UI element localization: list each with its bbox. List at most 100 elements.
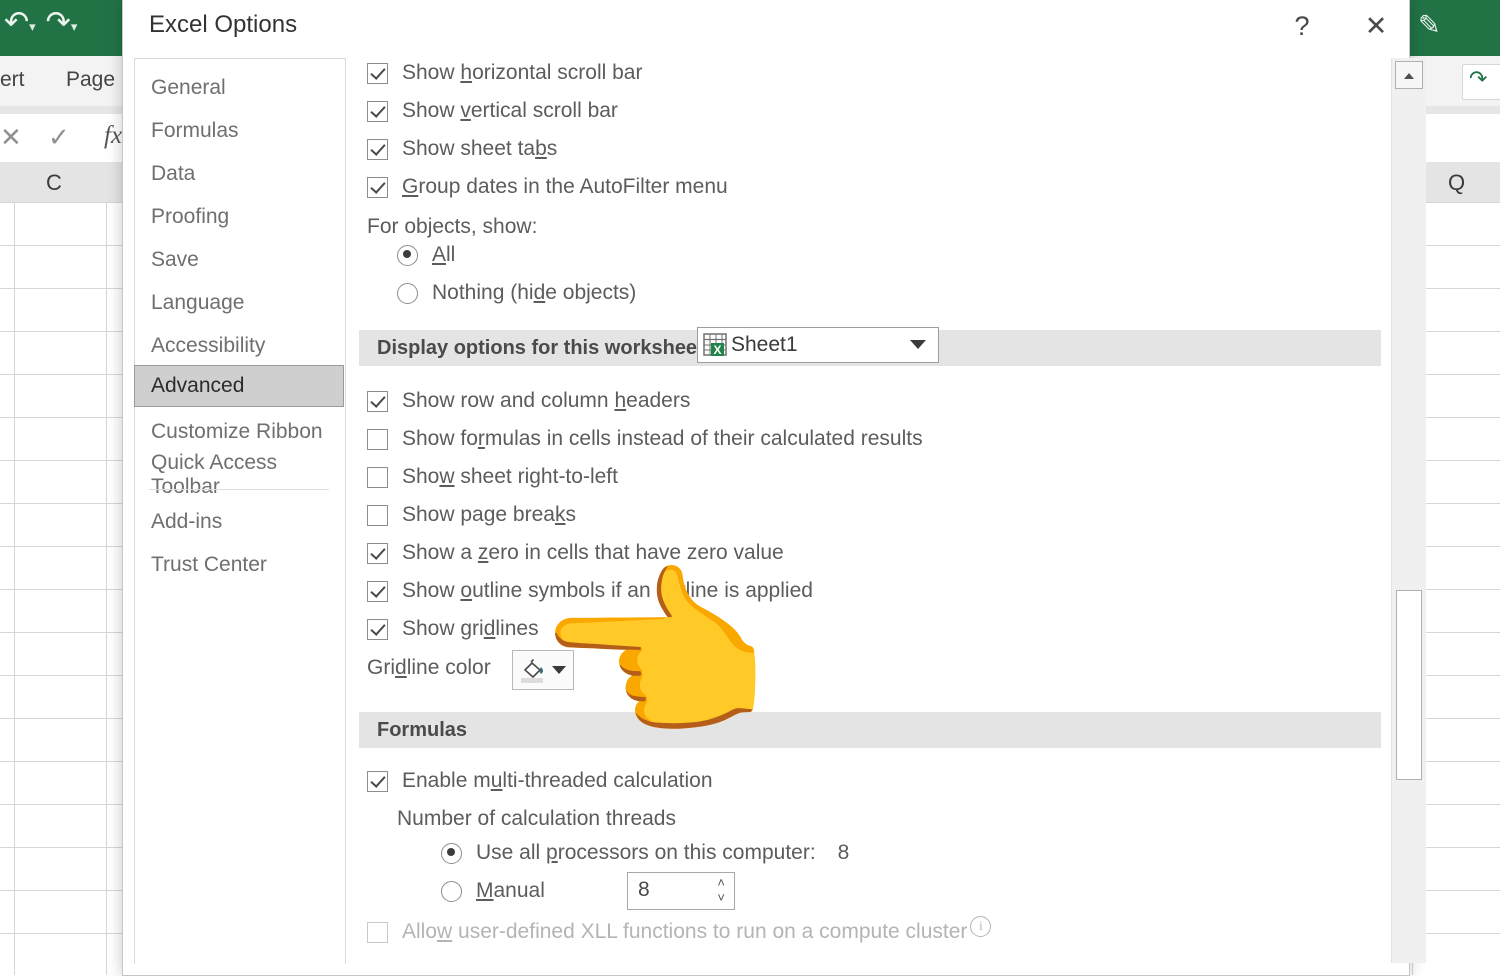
checkbox-enable-multithreaded-calculation[interactable] [367, 770, 388, 792]
label-gridline-color: Gridline color [367, 656, 491, 679]
checkbox-show-page-breaks[interactable] [367, 504, 388, 526]
option-objects-nothing[interactable]: Nothing (hide objects) [397, 281, 636, 305]
dialog-title: Excel Options [149, 11, 298, 38]
label-objects-all: All [432, 243, 456, 266]
share-icon[interactable]: ↷ [1462, 64, 1500, 100]
sidebar-item-accessibility[interactable]: Accessibility [135, 325, 343, 367]
confirm-check-icon[interactable]: ✓ [48, 122, 70, 153]
undo-arrow-icon[interactable]: ↶ [4, 8, 29, 38]
section-title-display-options-worksheet: Display options for this worksheet: [377, 336, 711, 359]
label-objects-nothing: Nothing (hide objects) [432, 281, 637, 304]
options-content-pane: Show horizontal scroll bar Show vertical… [359, 58, 1389, 963]
sidebar-item-language[interactable]: Language [135, 282, 343, 324]
excel-options-dialog: Excel Options ? ✕ General Formulas Data … [122, 0, 1426, 976]
option-show-gridlines[interactable]: Show gridlines [367, 617, 539, 641]
label-show-horizontal-scroll-bar: Show horizontal scroll bar [402, 61, 643, 84]
stepper-up-icon[interactable]: ˄ [717, 876, 725, 889]
section-header-display-options-worksheet: Display options for this worksheet: X Sh… [359, 327, 1381, 366]
option-group-dates-autofilter[interactable]: Group dates in the AutoFilter menu [367, 175, 728, 199]
sidebar-item-add-ins[interactable]: Add-ins [135, 501, 343, 543]
label-allow-xll-functions: Allow user-defined XLL functions to run … [402, 920, 968, 943]
chevron-down-icon[interactable] [910, 340, 926, 349]
radio-objects-all[interactable] [397, 244, 418, 266]
radio-manual-threads[interactable] [441, 880, 462, 902]
redo-arrow-icon[interactable]: ↷ [46, 8, 71, 38]
label-show-gridlines: Show gridlines [402, 617, 539, 640]
checkbox-show-formulas-in-cells[interactable] [367, 428, 388, 450]
checkbox-show-vertical-scroll-bar[interactable] [367, 100, 388, 122]
sidebar-item-customize-ribbon[interactable]: Customize Ribbon [135, 411, 343, 453]
option-show-sheet-tabs[interactable]: Show sheet tabs [367, 137, 557, 161]
quick-access-toolbar[interactable]: ↶ ▾ ↷ ▾ [4, 8, 85, 38]
label-number-of-calculation-threads: Number of calculation threads [397, 807, 676, 830]
close-button[interactable]: ✕ [1349, 4, 1403, 48]
options-pane-scrollbar[interactable] [1391, 58, 1426, 963]
undo-dropdown-caret-icon[interactable]: ▾ [29, 19, 36, 35]
checkbox-show-outline-symbols[interactable] [367, 580, 388, 602]
checkbox-show-sheet-tabs[interactable] [367, 138, 388, 160]
checkbox-show-horizontal-scroll-bar[interactable] [367, 62, 388, 84]
label-show-zero-in-cells: Show a zero in cells that have zero valu… [402, 541, 784, 564]
option-show-formulas-in-cells[interactable]: Show formulas in cells instead of their … [367, 427, 923, 451]
sidebar-item-formulas[interactable]: Formulas [135, 110, 343, 152]
radio-use-all-processors[interactable] [441, 842, 462, 864]
sidebar-item-save[interactable]: Save [135, 239, 343, 281]
option-show-vertical-scroll-bar[interactable]: Show vertical scroll bar [367, 99, 618, 123]
excel-sheet-icon: X [703, 333, 729, 357]
worksheet-selector-dropdown[interactable]: X Sheet1 [697, 327, 939, 363]
processor-count: 8 [837, 841, 850, 864]
option-allow-xll-functions: Allow user-defined XLL functions to run … [367, 915, 992, 944]
option-show-sheet-right-to-left[interactable]: Show sheet right-to-left [367, 465, 618, 489]
label-enable-multithreaded-calculation: Enable multi-threaded calculation [402, 769, 713, 792]
column-header-q[interactable]: Q [1448, 170, 1465, 196]
section-header-formulas: Formulas [359, 712, 1381, 748]
label-show-row-column-headers: Show row and column headers [402, 389, 691, 412]
option-show-page-breaks[interactable]: Show page breaks [367, 503, 576, 527]
option-show-zero-in-cells[interactable]: Show a zero in cells that have zero valu… [367, 541, 784, 565]
ribbon-tab-page-layout[interactable]: Page l [66, 68, 126, 92]
column-header-c[interactable]: C [46, 170, 62, 196]
info-circle-icon[interactable]: i [970, 915, 992, 937]
ribbon-tab-insert[interactable]: ert [0, 68, 25, 92]
checkbox-allow-xll-functions [367, 921, 388, 943]
chevron-down-icon[interactable] [552, 666, 566, 674]
label-group-dates-autofilter: Group dates in the AutoFilter menu [402, 175, 728, 198]
gridline-color-picker-button[interactable] [512, 650, 574, 690]
sidebar-item-advanced[interactable]: Advanced [134, 365, 344, 407]
sidebar-item-trust-center[interactable]: Trust Center [135, 544, 343, 586]
checkbox-show-sheet-right-to-left[interactable] [367, 466, 388, 488]
draw-pen-icon[interactable]: ✎ [1418, 10, 1441, 41]
scroll-up-arrow-icon[interactable] [1395, 61, 1423, 89]
label-show-outline-symbols: Show outline symbols if an outline is ap… [402, 579, 813, 602]
sidebar-divider [149, 489, 329, 490]
checkbox-show-zero-in-cells[interactable] [367, 542, 388, 564]
option-show-outline-symbols[interactable]: Show outline symbols if an outline is ap… [367, 579, 813, 603]
option-gridline-color: Gridline color [367, 650, 574, 690]
section-title-formulas: Formulas [377, 718, 468, 741]
option-enable-multithreaded-calculation[interactable]: Enable multi-threaded calculation [367, 769, 713, 793]
checkbox-show-gridlines[interactable] [367, 618, 388, 640]
option-manual-threads[interactable]: Manual 8 ˄ ˅ [441, 872, 735, 910]
radio-objects-nothing[interactable] [397, 282, 418, 304]
help-button[interactable]: ? [1275, 4, 1329, 48]
option-objects-all[interactable]: All [397, 243, 455, 267]
option-show-horizontal-scroll-bar[interactable]: Show horizontal scroll bar [367, 61, 642, 85]
cancel-x-icon[interactable]: ✕ [0, 122, 22, 153]
manual-thread-count-stepper[interactable]: 8 ˄ ˅ [627, 872, 735, 910]
label-manual-threads: Manual [476, 879, 545, 902]
sidebar-item-proofing[interactable]: Proofing [135, 196, 343, 238]
scrollbar-thumb[interactable] [1396, 590, 1422, 780]
sidebar-item-general[interactable]: General [135, 67, 343, 109]
stepper-down-icon[interactable]: ˅ [717, 891, 725, 904]
checkbox-group-dates-autofilter[interactable] [367, 176, 388, 198]
checkbox-show-row-column-headers[interactable] [367, 390, 388, 412]
label-show-vertical-scroll-bar: Show vertical scroll bar [402, 99, 618, 122]
redo-dropdown-caret-icon[interactable]: ▾ [71, 19, 78, 35]
label-show-sheet-tabs: Show sheet tabs [402, 137, 558, 160]
option-use-all-processors[interactable]: Use all processors on this computer: 8 [441, 841, 849, 865]
insert-function-icon[interactable]: fx [104, 122, 122, 150]
options-category-list: General Formulas Data Proofing Save Lang… [134, 58, 346, 964]
label-use-all-processors: Use all processors on this computer: [476, 841, 816, 864]
sidebar-item-data[interactable]: Data [135, 153, 343, 195]
option-show-row-column-headers[interactable]: Show row and column headers [367, 389, 690, 413]
